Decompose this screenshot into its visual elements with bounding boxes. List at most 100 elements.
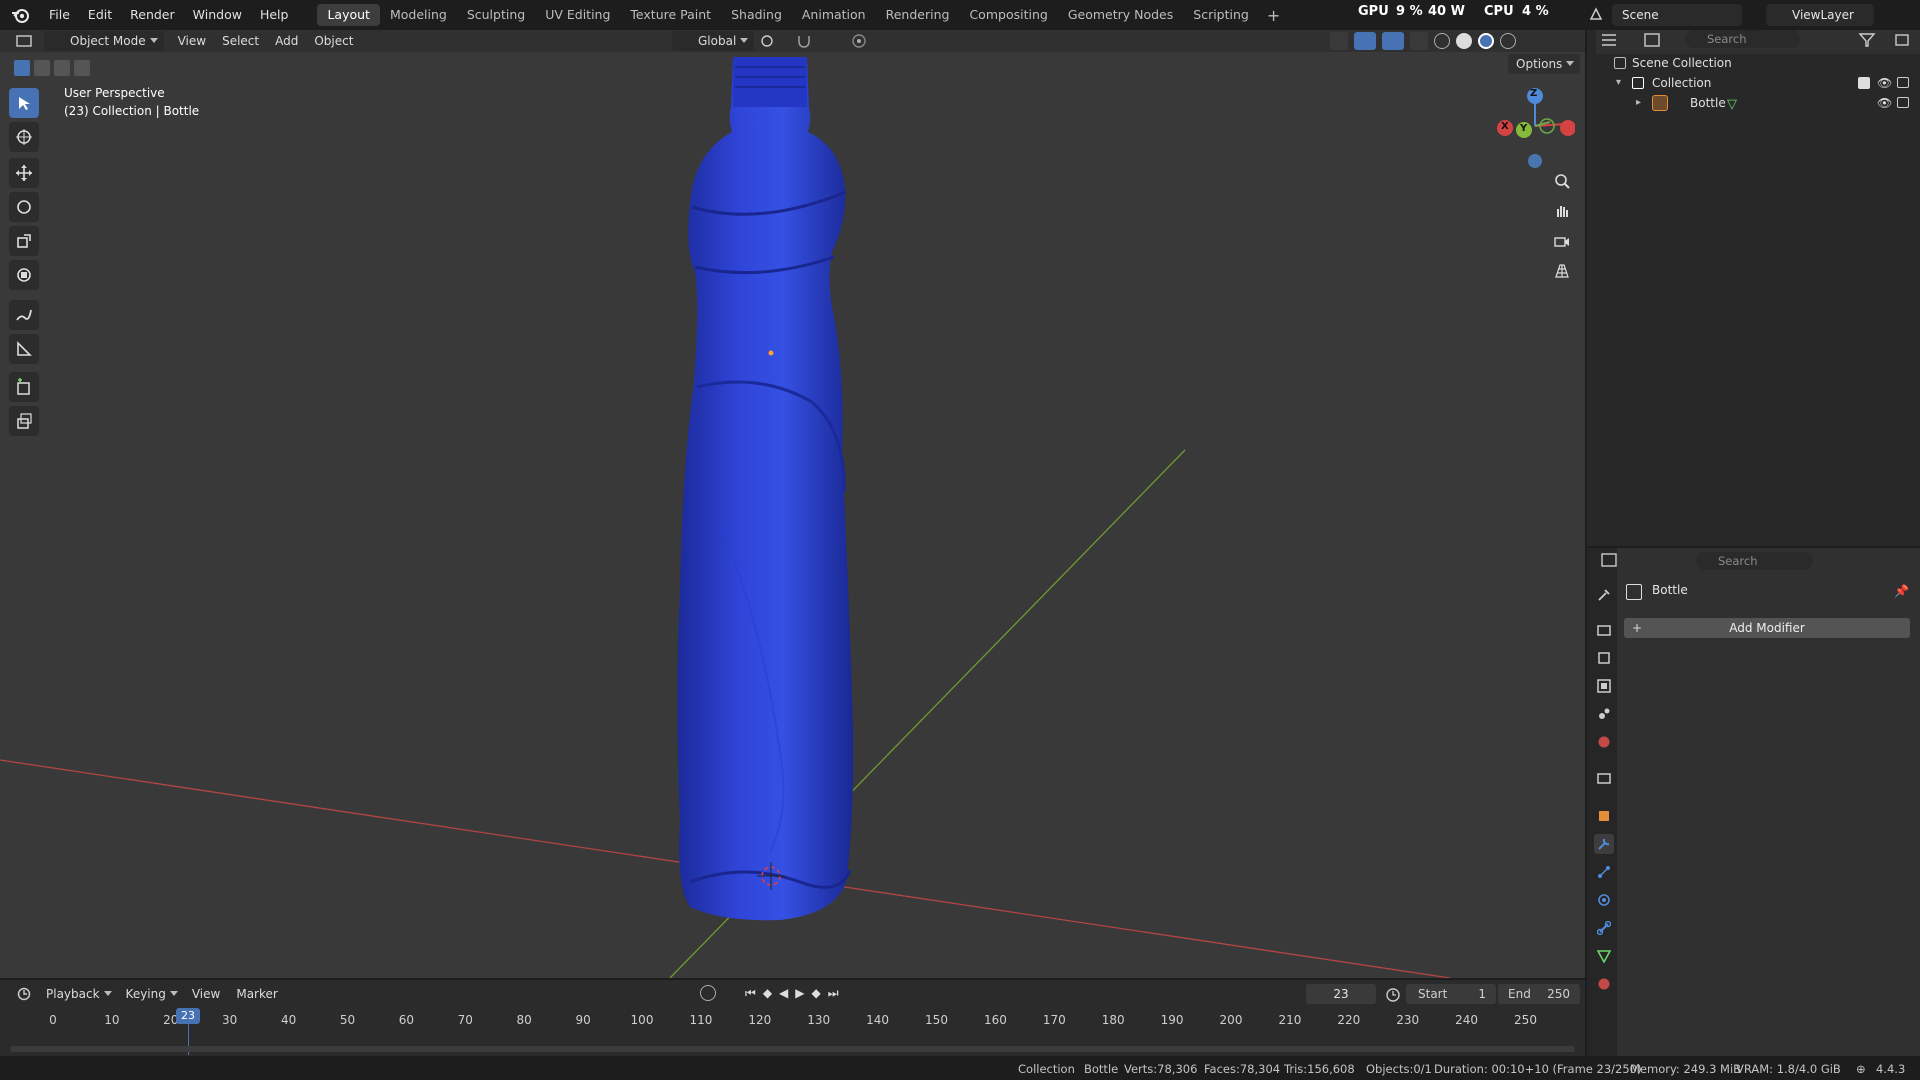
properties-editor-type-icon[interactable]: [1600, 552, 1622, 570]
playhead[interactable]: 23: [176, 1008, 200, 1024]
tab-sculpting[interactable]: Sculpting: [457, 4, 535, 26]
mode-selector[interactable]: Object Mode: [44, 31, 164, 51]
mesh-data-icon[interactable]: ▽: [1727, 95, 1737, 115]
visibility-icon[interactable]: [1330, 32, 1348, 50]
tab-shading[interactable]: Shading: [721, 4, 792, 26]
perspective-toggle-icon[interactable]: [1549, 258, 1575, 284]
tab-geometry-nodes[interactable]: Geometry Nodes: [1058, 4, 1183, 26]
preview-range-icon[interactable]: [1385, 986, 1401, 1002]
new-collection-icon[interactable]: [1893, 32, 1913, 50]
add-workspace-icon[interactable]: +: [1259, 6, 1288, 25]
transform-orientation[interactable]: Global: [672, 31, 755, 51]
view-layer-selector[interactable]: ViewLayer: [1766, 4, 1874, 26]
solid-shading-icon[interactable]: [1456, 33, 1472, 49]
end-frame-field[interactable]: End 250: [1498, 984, 1580, 1004]
constraints-tab-icon[interactable]: [1594, 918, 1614, 938]
timeline-scrollbar[interactable]: [10, 1046, 1575, 1052]
navigation-gizmo[interactable]: Z X Y: [1495, 84, 1576, 174]
collapse-chevron-icon[interactable]: ▾: [1616, 73, 1621, 93]
scale-tool[interactable]: [9, 226, 39, 256]
overlay-toggle-icon[interactable]: [1382, 32, 1404, 50]
world-tab-icon[interactable]: [1594, 732, 1614, 752]
menu-select[interactable]: Select: [214, 31, 267, 51]
play-reverse-icon[interactable]: ◀: [779, 986, 788, 1000]
gizmo-x-neg-ball[interactable]: [1560, 120, 1576, 136]
tab-uv-editing[interactable]: UV Editing: [535, 4, 620, 26]
collection-render-icon[interactable]: [1897, 77, 1909, 88]
options-dropdown[interactable]: Options: [1508, 54, 1581, 74]
outliner-row-collection[interactable]: ▾ Collection 👁: [1590, 73, 1920, 93]
bottle-visibility-icon[interactable]: 👁: [1877, 93, 1892, 113]
keying-menu[interactable]: Keying: [117, 984, 184, 1004]
prev-keyframe-icon[interactable]: ◆: [763, 986, 772, 1000]
bottle-render-icon[interactable]: [1897, 97, 1909, 108]
select-subtract-icon[interactable]: [54, 60, 70, 76]
outliner-row-bottle[interactable]: ▸ Bottle ▽ 👁: [1590, 93, 1920, 113]
tab-layout[interactable]: Layout: [317, 4, 380, 26]
tool-tab-icon[interactable]: [1594, 585, 1614, 605]
material-shading-icon[interactable]: [1478, 33, 1494, 49]
outliner-row-scene-collection[interactable]: Scene Collection: [1590, 53, 1920, 73]
add-cube-tool[interactable]: [9, 372, 39, 402]
physics-tab-icon[interactable]: [1594, 890, 1614, 910]
menu-object[interactable]: Object: [306, 31, 361, 51]
snap-icon[interactable]: [795, 32, 815, 50]
display-mode-icon[interactable]: [1643, 32, 1665, 50]
cursor-tool[interactable]: [9, 122, 39, 152]
view-layer-tab-icon[interactable]: [1594, 676, 1614, 696]
particles-tab-icon[interactable]: [1594, 862, 1614, 882]
add-modifier-button[interactable]: + Add Modifier: [1624, 618, 1910, 638]
tab-texture-paint[interactable]: Texture Paint: [620, 4, 721, 26]
select-new-icon[interactable]: [14, 60, 30, 76]
xray-icon[interactable]: [1410, 32, 1428, 50]
extrude-tool[interactable]: [9, 406, 39, 436]
collection-tab-icon[interactable]: [1594, 768, 1614, 788]
jump-end-icon[interactable]: ⏭: [828, 986, 839, 1001]
bottle-mesh[interactable]: [677, 57, 854, 921]
outliner-editor-type-icon[interactable]: [1600, 32, 1622, 50]
next-keyframe-icon[interactable]: ◆: [812, 986, 821, 1000]
menu-view[interactable]: View: [170, 31, 214, 51]
jump-start-icon[interactable]: ⏮: [745, 986, 756, 1001]
rendered-shading-icon[interactable]: [1500, 33, 1516, 49]
timeline-view-menu[interactable]: View: [184, 984, 228, 1004]
annotate-tool[interactable]: [9, 300, 39, 330]
playback-menu[interactable]: Playback: [38, 984, 118, 1004]
menu-window[interactable]: Window: [184, 0, 251, 30]
material-tab-icon[interactable]: [1594, 974, 1614, 994]
move-tool[interactable]: [9, 158, 39, 188]
collection-visibility-icon[interactable]: 👁: [1877, 73, 1892, 93]
exclude-checkbox[interactable]: [1858, 77, 1870, 89]
blender-logo-icon[interactable]: [0, 0, 40, 30]
render-tab-icon[interactable]: [1594, 620, 1614, 640]
data-tab-icon[interactable]: [1594, 946, 1614, 966]
gizmo-toggle-icon[interactable]: [1354, 32, 1376, 50]
current-frame-field[interactable]: 23: [1306, 984, 1376, 1004]
pin-icon[interactable]: 📌: [1894, 584, 1909, 598]
modifier-tab-icon[interactable]: [1594, 834, 1614, 854]
select-extend-icon[interactable]: [34, 60, 50, 76]
properties-search-input[interactable]: Search: [1696, 552, 1813, 570]
tab-animation[interactable]: Animation: [792, 4, 876, 26]
menu-help[interactable]: Help: [251, 0, 298, 30]
select-intersect-icon[interactable]: [74, 60, 90, 76]
outliner-search-input[interactable]: Search: [1685, 30, 1800, 48]
timeline-editor-type-icon[interactable]: [10, 984, 38, 1004]
menu-file[interactable]: File: [40, 0, 79, 30]
tab-modeling[interactable]: Modeling: [380, 4, 457, 26]
marker-menu[interactable]: Marker: [228, 984, 285, 1004]
menu-add[interactable]: Add: [267, 31, 306, 51]
tab-compositing[interactable]: Compositing: [959, 4, 1057, 26]
wireframe-shading-icon[interactable]: [1434, 33, 1450, 49]
scene-tab-icon[interactable]: [1594, 704, 1614, 724]
pivot-icon[interactable]: [758, 32, 778, 50]
scene-icon[interactable]: [1588, 6, 1604, 22]
tab-rendering[interactable]: Rendering: [876, 4, 960, 26]
rotate-tool[interactable]: [9, 192, 39, 222]
play-icon[interactable]: ▶: [795, 986, 804, 1000]
camera-view-icon[interactable]: [1549, 228, 1575, 254]
object-tab-icon[interactable]: [1594, 806, 1614, 826]
filter-icon[interactable]: [1858, 32, 1880, 50]
proportional-edit-icon[interactable]: [850, 32, 868, 50]
start-frame-field[interactable]: Start 1: [1406, 984, 1496, 1004]
